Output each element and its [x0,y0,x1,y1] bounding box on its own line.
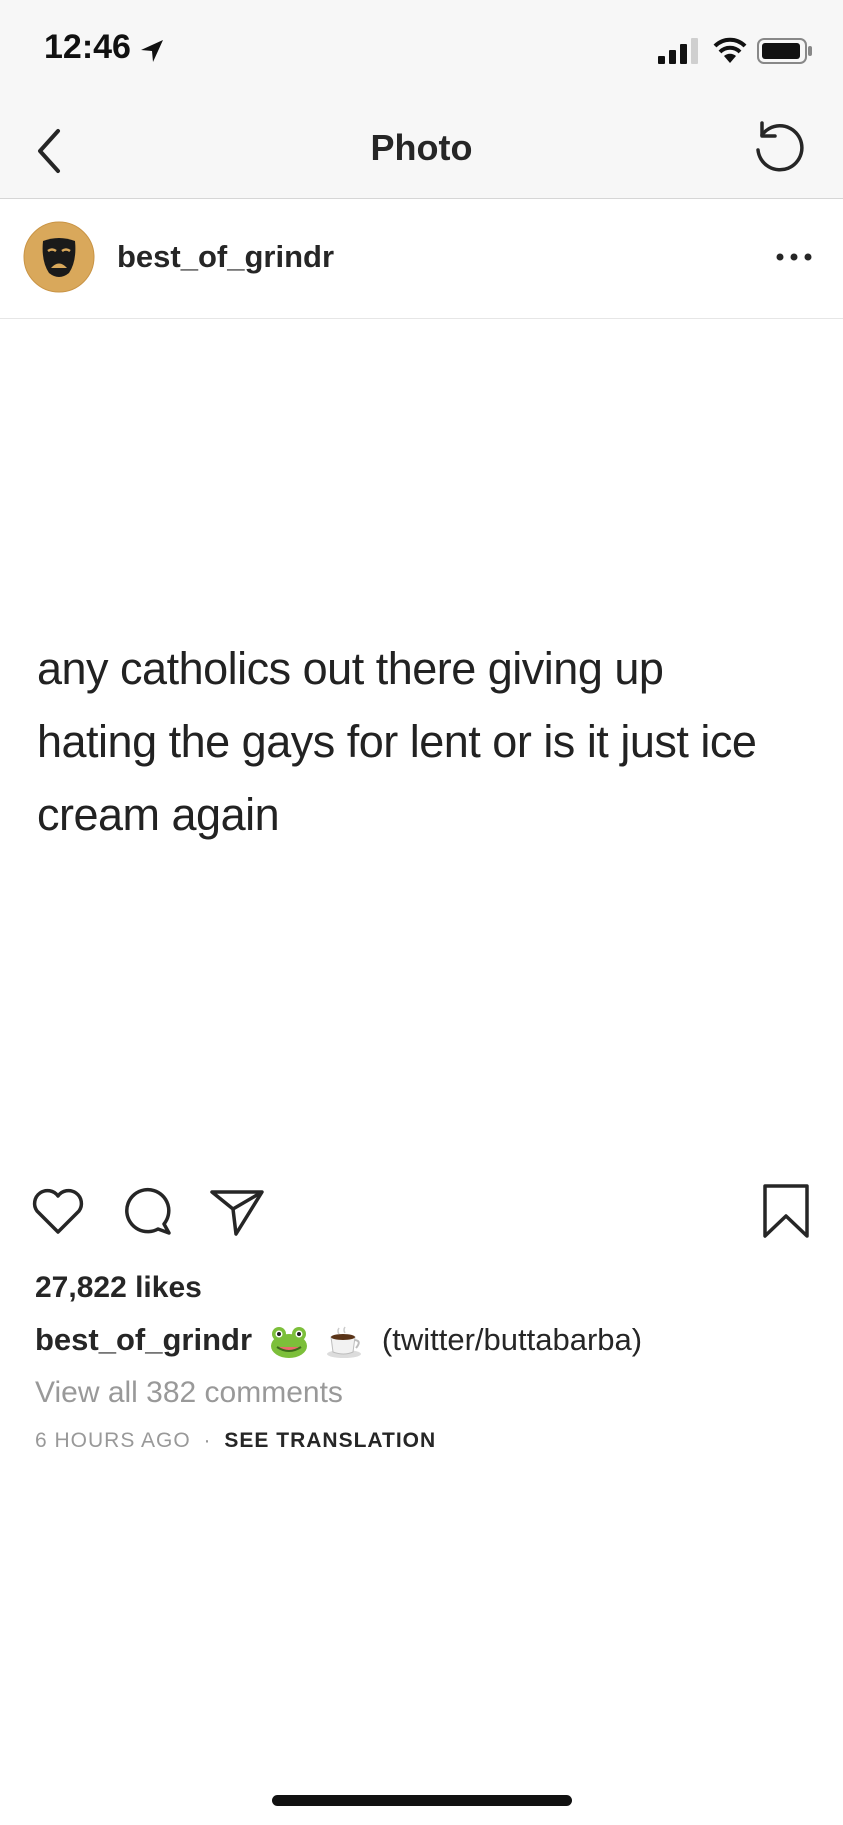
post-text-line: hating the gays for lent or is it just i… [37,716,757,767]
comment-icon[interactable] [118,1180,180,1242]
avatar[interactable] [23,221,95,293]
caption-username[interactable]: best_of_grindr [35,1322,252,1357]
likes-count[interactable]: 27,822 likes [35,1271,202,1305]
location-arrow-icon [141,40,163,62]
post-text: any catholics out there giving up hating… [37,632,827,851]
coffee-emoji-icon [327,1326,362,1358]
see-translation-link[interactable]: SEE TRANSLATION [224,1429,436,1452]
refresh-icon[interactable] [748,117,810,179]
post-text-line: cream again [37,789,280,840]
timestamp: 6 HOURS AGO [35,1429,191,1452]
more-horizontal-icon[interactable] [768,239,820,275]
cellular-signal-icon [658,38,698,64]
wifi-icon [713,37,747,63]
post-text-line: any catholics out there giving up [37,643,664,694]
caption-text: (twitter/buttabarba) [381,1322,643,1357]
caption: best_of_grindr (twitter/buttabarba) [35,1322,642,1359]
post-header: best_of_grindr [0,199,843,319]
status-bar: 12:46 [0,0,843,105]
status-time: 12:46 [44,28,131,66]
nav-bar: Photo [0,105,843,199]
battery-icon [757,38,812,64]
frog-emoji-icon [270,1326,307,1358]
post-username[interactable]: best_of_grindr [117,239,334,275]
home-indicator[interactable] [272,1795,572,1806]
bookmark-icon[interactable] [755,1180,817,1242]
action-bar [0,1180,843,1250]
page-title: Photo [370,127,473,168]
post-meta: 6 HOURS AGO · SEE TRANSLATION [35,1429,436,1453]
view-comments-link[interactable]: View all 382 comments [35,1376,343,1410]
separator: · [203,1429,212,1452]
send-icon[interactable] [206,1180,268,1242]
post-image[interactable]: any catholics out there giving up hating… [0,320,843,1163]
heart-icon[interactable] [27,1180,89,1242]
